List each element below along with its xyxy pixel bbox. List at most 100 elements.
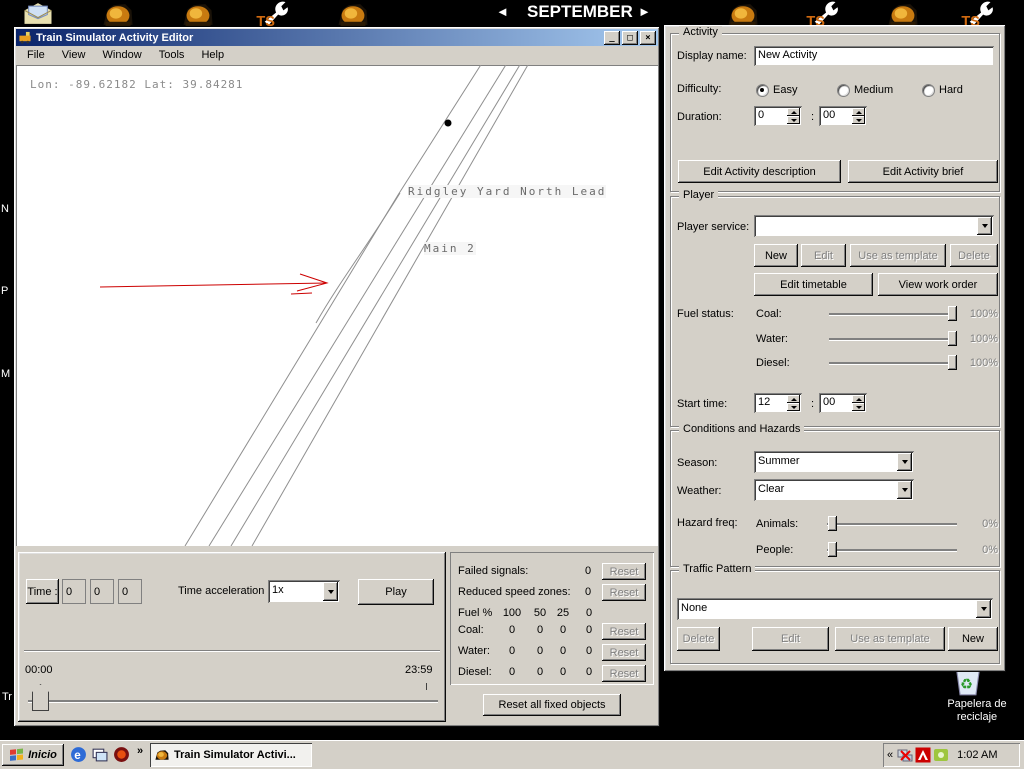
show-desktop-icon[interactable] <box>91 746 108 763</box>
spin-up-icon[interactable] <box>787 395 800 403</box>
weather-select[interactable]: Clear <box>754 479 914 501</box>
calendar-next-icon[interactable]: ► <box>638 4 651 19</box>
difficulty-hard-label[interactable]: Hard <box>939 84 963 96</box>
spin-up-icon[interactable] <box>787 108 800 116</box>
ts-tools-icon[interactable]: TS <box>805 0 841 27</box>
reset-failed-signals-button[interactable]: Reset <box>602 563 646 580</box>
view-work-order-button[interactable]: View work order <box>878 273 998 296</box>
spin-down-icon[interactable] <box>787 403 800 411</box>
chevron-down-icon[interactable] <box>897 481 912 499</box>
traffic-use-as-template-button[interactable]: Use as template <box>835 627 945 651</box>
maximize-button[interactable]: □ <box>622 31 638 45</box>
reset-diesel-button[interactable]: Reset <box>602 665 646 682</box>
people-slider-track[interactable] <box>827 549 957 551</box>
spin-down-icon[interactable] <box>787 116 800 124</box>
edit-activity-description-button[interactable]: Edit Activity description <box>678 160 841 183</box>
svg-text:e: e <box>74 749 81 762</box>
water-slider-track[interactable] <box>829 338 957 340</box>
time-hours-field[interactable]: 0 <box>62 579 86 604</box>
traffic-pattern-select[interactable]: None <box>677 598 993 620</box>
chevron-down-icon[interactable] <box>976 600 991 618</box>
task-button-train-simulator[interactable]: Train Simulator Activi... <box>150 743 312 767</box>
calendar-prev-icon[interactable]: ◄ <box>496 4 509 19</box>
difficulty-hard-radio[interactable] <box>922 84 935 97</box>
duration-hours-spinner[interactable]: 0 <box>754 106 802 126</box>
reset-reduced-speed-button[interactable]: Reset <box>602 584 646 601</box>
spin-up-icon[interactable] <box>852 395 865 403</box>
chevron-down-icon[interactable] <box>897 453 912 471</box>
menu-file[interactable]: File <box>20 46 52 63</box>
mail-icon[interactable] <box>20 1 56 28</box>
menu-view[interactable]: View <box>55 46 93 63</box>
duration-minutes-spinner[interactable]: 00 <box>819 106 867 126</box>
system-tray: « 1:02 AM <box>883 743 1020 767</box>
start-time-hours-spinner[interactable]: 12 <box>754 393 802 413</box>
train-sim-icon[interactable] <box>100 1 136 28</box>
tray-chevron[interactable]: « <box>887 749 893 761</box>
reset-water-button[interactable]: Reset <box>602 644 646 661</box>
traffic-edit-button[interactable]: Edit <box>752 627 829 651</box>
diesel-slider-track[interactable] <box>829 362 957 364</box>
player-use-as-template-button[interactable]: Use as template <box>850 244 946 267</box>
coal-slider-thumb[interactable] <box>948 306 957 321</box>
clock[interactable]: 1:02 AM <box>957 749 997 761</box>
volume-icon[interactable] <box>933 747 949 763</box>
player-new-button[interactable]: New <box>754 244 798 267</box>
edit-timetable-button[interactable]: Edit timetable <box>754 273 873 296</box>
player-delete-button[interactable]: Delete <box>950 244 998 267</box>
difficulty-medium-radio[interactable] <box>837 84 850 97</box>
ts-tools-icon[interactable]: TS <box>255 0 291 27</box>
chevron-down-icon[interactable] <box>323 582 338 601</box>
time-acceleration-select[interactable]: 1x <box>268 580 340 603</box>
start-time-minutes-spinner[interactable]: 00 <box>819 393 867 413</box>
season-select[interactable]: Summer <box>754 451 914 473</box>
animals-slider-thumb[interactable] <box>828 516 837 531</box>
quick-launch-overflow-chevron[interactable]: » <box>137 745 143 757</box>
internet-explorer-icon[interactable]: e <box>70 746 87 763</box>
water-slider-thumb[interactable] <box>948 331 957 346</box>
time-seconds-field[interactable]: 0 <box>118 579 142 604</box>
display-name-input[interactable]: New Activity <box>754 46 994 66</box>
difficulty-medium-label[interactable]: Medium <box>854 84 893 96</box>
traffic-new-button[interactable]: New <box>948 627 998 651</box>
spin-up-icon[interactable] <box>852 108 865 116</box>
menu-help[interactable]: Help <box>194 46 231 63</box>
difficulty-easy-radio[interactable] <box>756 84 769 97</box>
minimize-button[interactable]: _ <box>604 31 620 45</box>
time-slider-thumb[interactable] <box>32 684 49 711</box>
animals-slider-track[interactable] <box>827 523 957 525</box>
play-button[interactable]: Play <box>358 579 434 605</box>
train-sim-icon[interactable] <box>885 1 921 28</box>
close-button[interactable]: × <box>640 31 656 45</box>
spin-down-icon[interactable] <box>852 403 865 411</box>
train-sim-icon[interactable] <box>335 1 371 28</box>
start-hours-value: 12 <box>758 396 770 408</box>
quick-launch-app-icon[interactable] <box>113 746 130 763</box>
recycle-bin-label[interactable]: reciclaje <box>930 711 1024 723</box>
reset-all-fixed-objects-button[interactable]: Reset all fixed objects <box>483 694 621 716</box>
edit-activity-brief-button[interactable]: Edit Activity brief <box>848 160 998 183</box>
menu-tools[interactable]: Tools <box>152 46 192 63</box>
train-sim-icon[interactable] <box>180 1 216 28</box>
menu-window[interactable]: Window <box>96 46 149 63</box>
people-slider-thumb[interactable] <box>828 542 837 557</box>
chevron-down-icon[interactable] <box>977 217 992 235</box>
time-slider-track[interactable] <box>28 700 438 702</box>
start-button[interactable]: Inicio <box>2 744 64 766</box>
time-minutes-field[interactable]: 0 <box>90 579 114 604</box>
player-service-select[interactable] <box>754 215 994 237</box>
network-disconnected-icon[interactable] <box>897 747 913 763</box>
ts-tools-icon[interactable]: TS <box>960 0 996 27</box>
traffic-delete-button[interactable]: Delete <box>677 627 720 651</box>
title-bar[interactable]: Train Simulator Activity Editor _ □ × <box>16 29 658 46</box>
route-map-view[interactable]: Lon: -89.62182 Lat: 39.84281 Ridgley Yar… <box>16 65 658 546</box>
reset-coal-button[interactable]: Reset <box>602 623 646 640</box>
recycle-bin-label[interactable]: Papelera de <box>930 698 1024 710</box>
train-sim-icon[interactable] <box>725 1 761 28</box>
diesel-slider-thumb[interactable] <box>948 355 957 370</box>
difficulty-easy-label[interactable]: Easy <box>773 84 797 96</box>
coal-slider-track[interactable] <box>829 313 957 315</box>
spin-down-icon[interactable] <box>852 116 865 124</box>
antivirus-icon[interactable] <box>915 747 931 763</box>
player-edit-button[interactable]: Edit <box>801 244 846 267</box>
